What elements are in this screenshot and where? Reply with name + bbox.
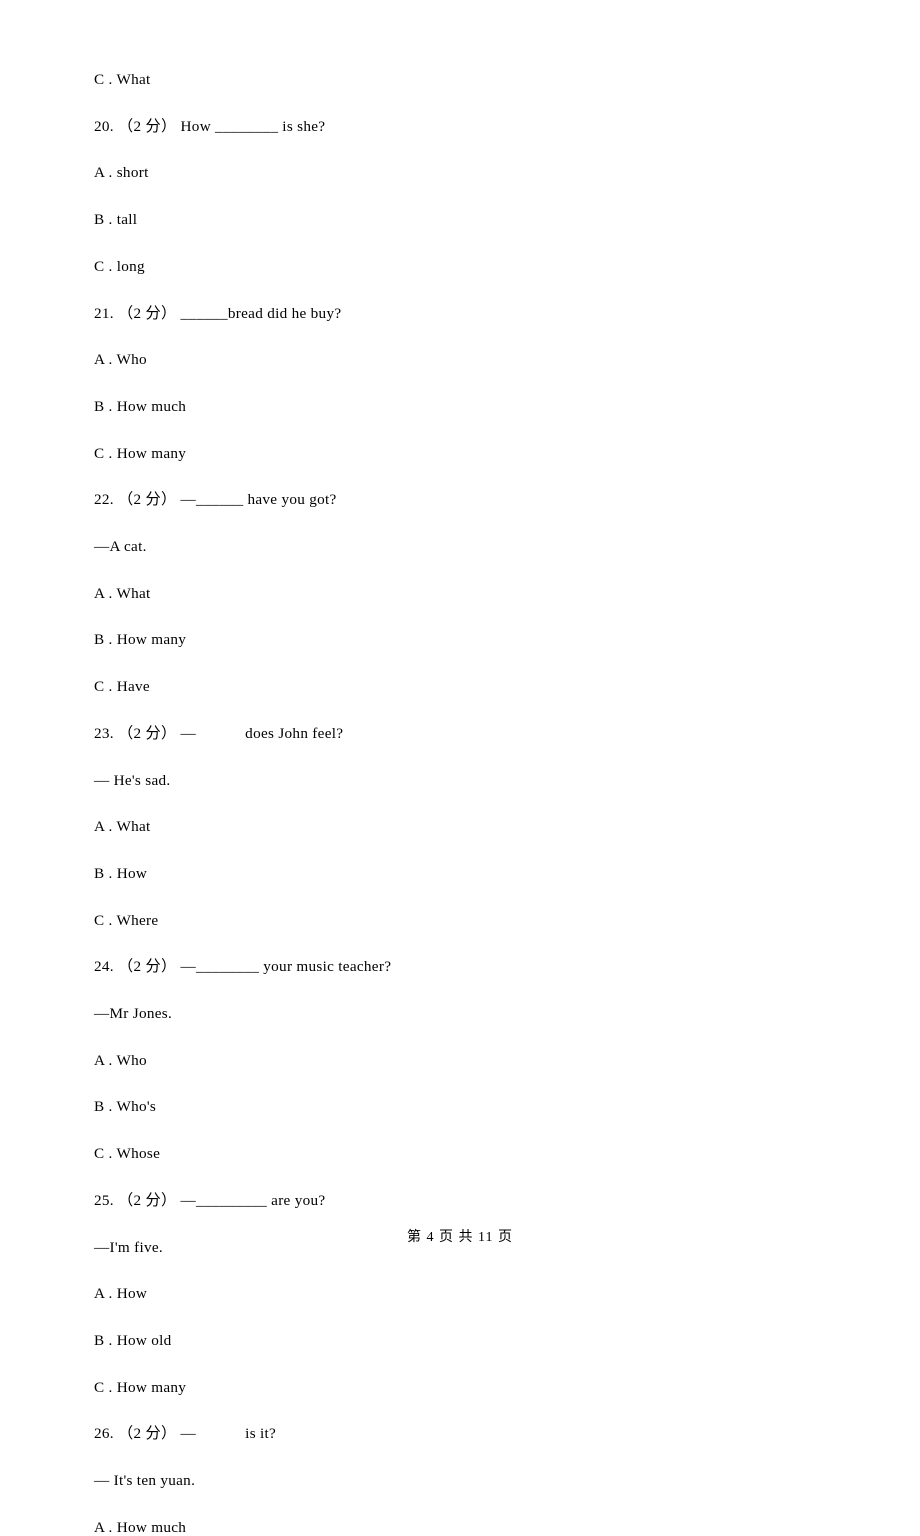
answer-line: — He's sad. (94, 773, 826, 788)
question-line: 20. （2 分） How ________ is she? (94, 119, 826, 134)
option-line: A . How much (94, 1520, 826, 1535)
option-line: C . How many (94, 446, 826, 461)
option-line: C . Where (94, 913, 826, 928)
document-content: C . What 20. （2 分） How ________ is she? … (0, 0, 920, 1535)
option-line: A . short (94, 165, 826, 180)
option-line: B . How much (94, 399, 826, 414)
question-line: 23. （2 分） — does John feel? (94, 726, 826, 741)
question-line: 24. （2 分） —________ your music teacher? (94, 959, 826, 974)
option-line: A . Who (94, 352, 826, 367)
question-line: 26. （2 分） — is it? (94, 1426, 826, 1441)
option-line: B . How old (94, 1333, 826, 1348)
option-line: A . How (94, 1286, 826, 1301)
question-line: 22. （2 分） —______ have you got? (94, 492, 826, 507)
option-line: C . What (94, 72, 826, 87)
option-line: B . How many (94, 632, 826, 647)
answer-line: —A cat. (94, 539, 826, 554)
option-line: C . Whose (94, 1146, 826, 1161)
option-line: B . tall (94, 212, 826, 227)
option-line: A . What (94, 819, 826, 834)
option-line: C . How many (94, 1380, 826, 1395)
option-line: B . How (94, 866, 826, 881)
option-line: A . What (94, 586, 826, 601)
page-footer: 第 4 页 共 11 页 (0, 1226, 920, 1246)
option-line: C . Have (94, 679, 826, 694)
option-line: A . Who (94, 1053, 826, 1068)
option-line: C . long (94, 259, 826, 274)
question-line: 25. （2 分） —_________ are you? (94, 1193, 826, 1208)
answer-line: — It's ten yuan. (94, 1473, 826, 1488)
question-line: 21. （2 分） ______bread did he buy? (94, 306, 826, 321)
option-line: B . Who's (94, 1099, 826, 1114)
answer-line: —Mr Jones. (94, 1006, 826, 1021)
